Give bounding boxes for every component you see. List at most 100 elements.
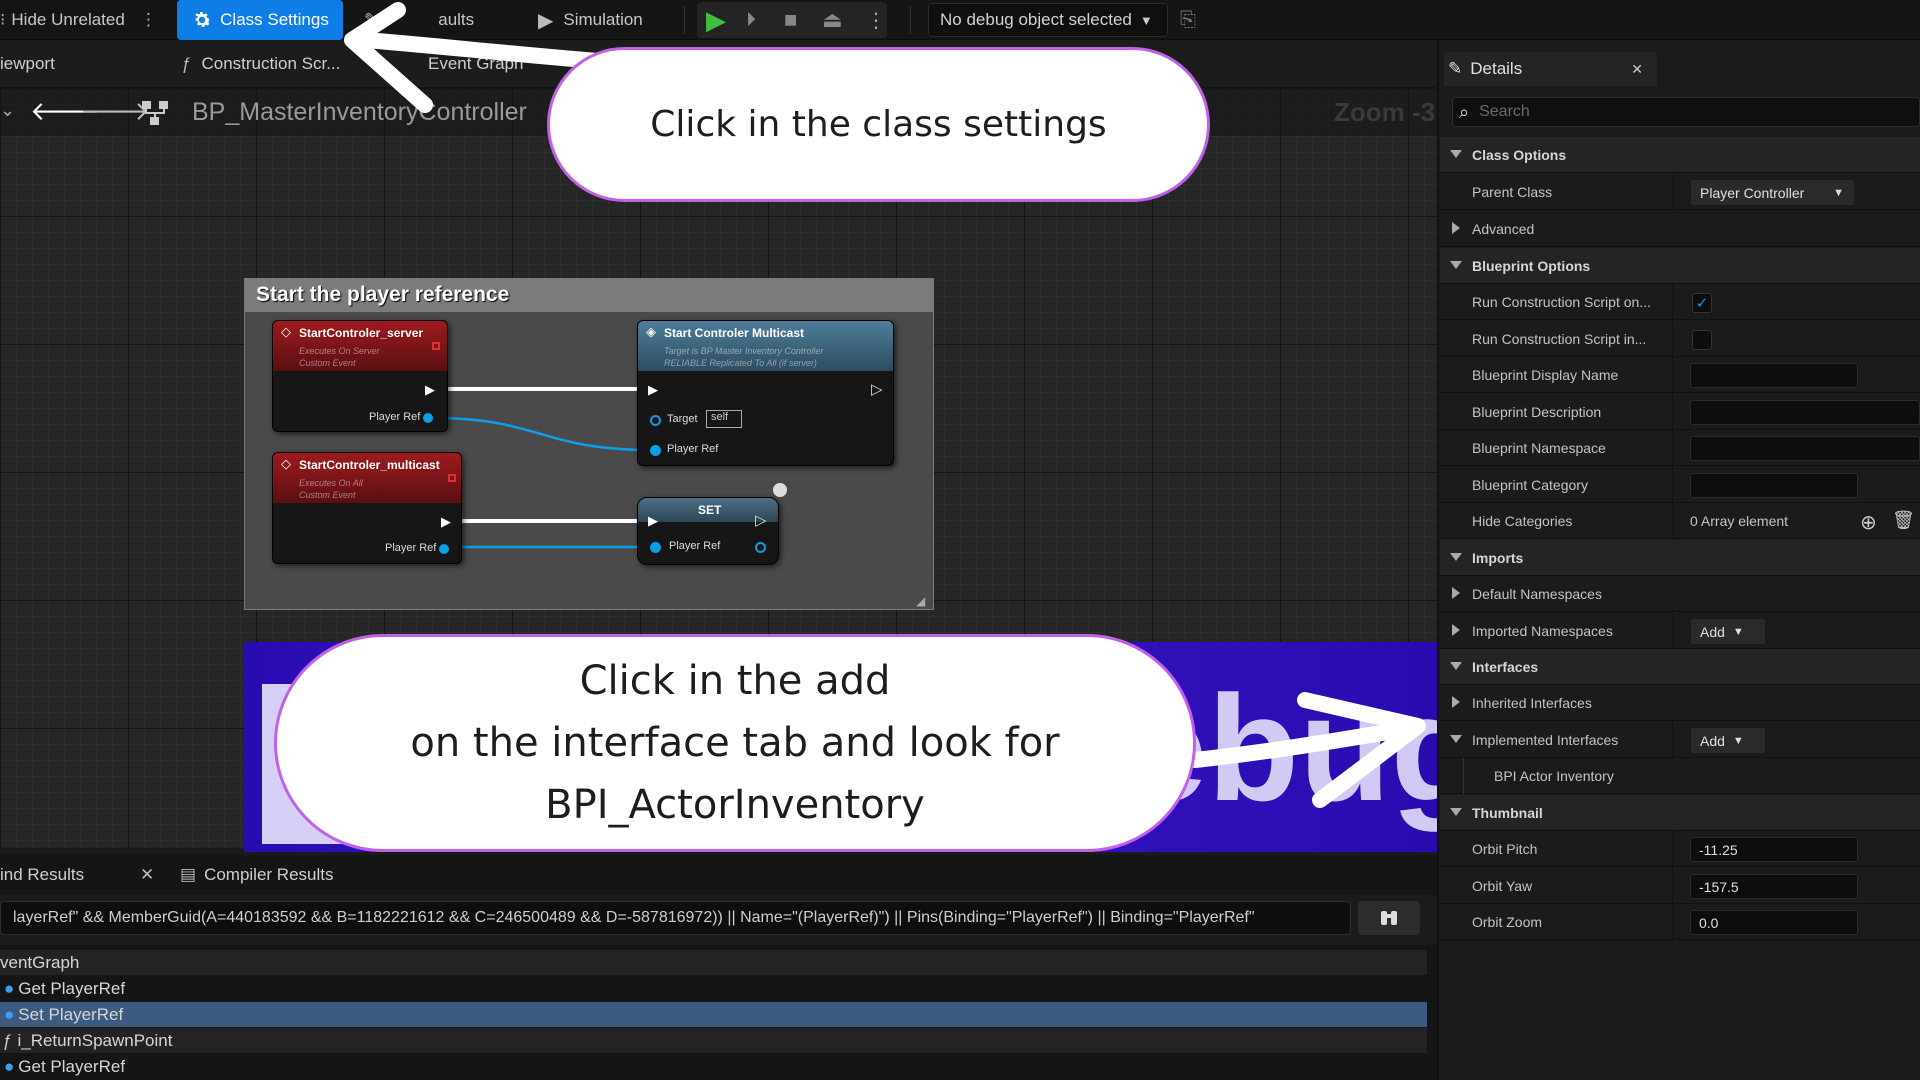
result-row[interactable]: ƒ i_ReturnSpawnPoint <box>0 1028 1427 1053</box>
compiler-results-icon: ▤ <box>180 865 197 884</box>
property-run-cs-on-drag: Run Construction Script on... ✓ <box>1440 284 1920 320</box>
expand-arrow-icon <box>1450 735 1462 743</box>
property-label: Inherited Interfaces <box>1472 695 1592 711</box>
callout-text: Click in the add on the interface tab an… <box>410 658 1060 828</box>
add-element-icon[interactable]: ⊕ <box>1860 510 1877 535</box>
bp-namespace-input[interactable] <box>1690 436 1920 461</box>
property-bp-category: Blueprint Category <box>1440 467 1920 503</box>
result-row[interactable]: ● Get PlayerRef <box>0 1054 1427 1079</box>
arrow-head-top <box>344 2 433 113</box>
property-bp-display-name: Blueprint Display Name <box>1440 357 1920 393</box>
property-label: Orbit Zoom <box>1472 914 1543 930</box>
binoculars-icon <box>1381 911 1397 925</box>
parent-class-value: Player Controller <box>1700 184 1805 201</box>
category-label: Class Options <box>1472 147 1567 163</box>
variable-icon: ● <box>4 1004 15 1024</box>
category-interfaces[interactable]: Interfaces <box>1440 649 1920 685</box>
property-inherited-interfaces[interactable]: Inherited Interfaces <box>1440 685 1920 721</box>
result-label: ventGraph <box>0 952 80 972</box>
search-icon: ⌕ <box>1459 101 1470 122</box>
bp-description-input[interactable] <box>1690 400 1920 425</box>
orbit-yaw-input[interactable]: -157.5 <box>1690 874 1858 899</box>
bottom-tab-row: ind Results ✕ ▤ Compiler Results <box>0 855 1437 895</box>
find-results-list: ventGraph ● Get PlayerRef ● Set PlayerRe… <box>0 945 1437 1080</box>
callout-class-settings: Click in the class settings <box>547 47 1210 202</box>
category-class-options[interactable]: Class Options <box>1440 137 1920 173</box>
property-hide-categories: Hide Categories 0 Array element ⊕ 🗑 <box>1440 503 1920 539</box>
property-orbit-pitch: Orbit Pitch -11.25 <box>1440 831 1920 867</box>
tab-compiler-results[interactable]: ▤ Compiler Results <box>180 855 334 895</box>
category-blueprint-options[interactable]: Blueprint Options <box>1440 248 1920 284</box>
property-imported-namespaces: Imported Namespaces Add ▼ <box>1440 613 1920 649</box>
tab-find-results-label: ind Results <box>0 865 85 884</box>
close-icon[interactable]: ✕ <box>140 855 154 895</box>
property-label: Implemented Interfaces <box>1472 732 1619 748</box>
chevron-down-icon: ▼ <box>1833 186 1844 199</box>
variable-icon: ● <box>4 1056 15 1076</box>
callout-add-interface: Click in the add on the interface tab an… <box>274 634 1196 852</box>
result-label: Set PlayerRef <box>18 1004 124 1024</box>
tab-details[interactable]: ✎ Details ✕ <box>1444 52 1657 86</box>
orbit-zoom-input[interactable]: 0.0 <box>1690 910 1858 935</box>
array-count-label: 0 Array element <box>1690 513 1789 529</box>
collapse-arrow-icon <box>1452 587 1460 599</box>
variable-icon: ● <box>4 978 15 998</box>
callout-text: Click in the class settings <box>650 104 1107 145</box>
result-row-selected[interactable]: ● Set PlayerRef <box>0 1002 1427 1027</box>
tab-find-results[interactable]: ind Results <box>0 855 84 895</box>
result-label: Get PlayerRef <box>18 1056 126 1076</box>
close-icon[interactable]: ✕ <box>1631 61 1643 78</box>
expand-arrow-icon <box>1450 553 1462 561</box>
property-label: Parent Class <box>1472 184 1553 200</box>
function-icon: ƒ <box>2 1030 12 1050</box>
tab-details-label: Details <box>1470 59 1523 78</box>
run-cs-in-seq-checkbox[interactable] <box>1692 330 1712 350</box>
add-label: Add <box>1700 623 1725 640</box>
pencil-icon: ✎ <box>1448 59 1463 78</box>
interface-item-bpi-actor-inventory[interactable]: BPI Actor Inventory <box>1440 758 1920 794</box>
category-label: Blueprint Options <box>1472 258 1591 274</box>
category-label: Thumbnail <box>1472 805 1543 821</box>
chevron-down-icon: ▼ <box>1732 734 1744 747</box>
property-parent-class: Parent Class Player Controller ▼ <box>1440 174 1920 210</box>
parent-class-dropdown[interactable]: Player Controller ▼ <box>1690 179 1855 206</box>
chevron-down-icon: ▼ <box>1732 625 1744 638</box>
property-label: Blueprint Namespace <box>1472 440 1606 456</box>
property-bp-description: Blueprint Description <box>1440 394 1920 430</box>
property-run-cs-in-seq: Run Construction Script in... <box>1440 321 1920 357</box>
expand-arrow-icon <box>1450 808 1462 816</box>
category-imports[interactable]: Imports <box>1440 540 1920 576</box>
property-label: Blueprint Description <box>1472 404 1602 420</box>
property-label: Orbit Yaw <box>1472 878 1533 894</box>
add-namespace-button[interactable]: Add ▼ <box>1690 618 1766 645</box>
property-label: Run Construction Script on... <box>1472 294 1651 310</box>
property-orbit-zoom: Orbit Zoom 0.0 <box>1440 904 1920 940</box>
category-label: Interfaces <box>1472 659 1539 675</box>
property-label: Orbit Pitch <box>1472 841 1538 857</box>
category-thumbnail[interactable]: Thumbnail <box>1440 795 1920 831</box>
run-cs-on-drag-checkbox[interactable]: ✓ <box>1692 293 1712 313</box>
add-interface-button[interactable]: Add ▼ <box>1690 727 1766 754</box>
property-label: Blueprint Category <box>1472 477 1588 493</box>
property-label: Imported Namespaces <box>1472 623 1613 639</box>
collapse-arrow-icon <box>1452 696 1460 708</box>
details-search-input[interactable]: ⌕ Search <box>1452 97 1920 127</box>
category-label: Imports <box>1472 550 1524 566</box>
result-row[interactable]: ● Get PlayerRef <box>0 976 1427 1001</box>
result-row-event-graph[interactable]: ventGraph <box>0 950 1427 975</box>
bp-category-input[interactable] <box>1690 473 1858 498</box>
property-label: Blueprint Display Name <box>1472 367 1619 383</box>
find-button[interactable] <box>1358 901 1420 935</box>
property-implemented-interfaces: Implemented Interfaces Add ▼ <box>1440 722 1920 758</box>
orbit-pitch-input[interactable]: -11.25 <box>1690 837 1858 862</box>
property-advanced[interactable]: Advanced <box>1440 211 1920 247</box>
property-label: Hide Categories <box>1472 513 1573 529</box>
interface-label: BPI Actor Inventory <box>1494 768 1614 784</box>
bp-display-name-input[interactable] <box>1690 363 1858 388</box>
property-label: Run Construction Script in... <box>1472 331 1647 347</box>
property-default-namespaces[interactable]: Default Namespaces <box>1440 576 1920 612</box>
checkmark-icon: ✓ <box>1695 295 1709 312</box>
find-search-input[interactable]: layerRef" && MemberGuid(A=440183592 && B… <box>0 901 1351 935</box>
trash-icon[interactable]: 🗑 <box>1892 510 1915 531</box>
tab-compiler-results-label: Compiler Results <box>204 865 334 884</box>
